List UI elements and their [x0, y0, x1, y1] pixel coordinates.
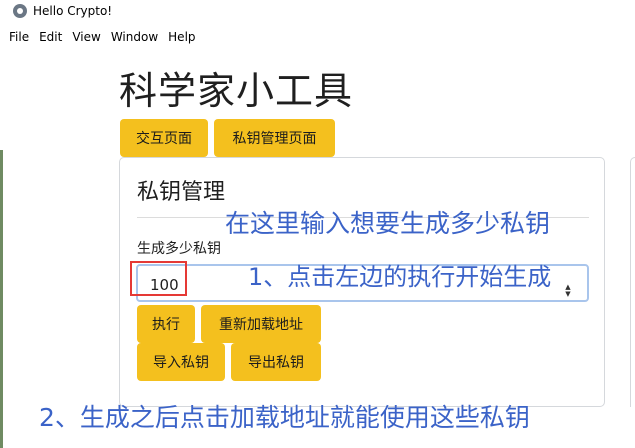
spin-down-icon[interactable]: ▼ [565, 291, 570, 298]
reload-addresses-button[interactable]: 重新加载地址 [201, 305, 321, 343]
adjacent-card-edge [630, 157, 635, 407]
electron-icon [13, 4, 27, 18]
menu-view[interactable]: View [67, 27, 105, 49]
card-title: 私钥管理 [137, 180, 226, 205]
key-count-label: 生成多少私钥 [137, 241, 221, 257]
title-bar: Hello Crypto! [0, 0, 635, 24]
interaction-page-button[interactable]: 交互页面 [120, 119, 208, 157]
number-spinner[interactable]: ▲ ▼ [562, 284, 574, 298]
export-keys-button[interactable]: 导出私钥 [231, 343, 321, 381]
execute-button[interactable]: 执行 [137, 305, 195, 343]
import-keys-button[interactable]: 导入私钥 [137, 343, 225, 381]
annotation-step-1: 1、点击左边的执行开始生成 [248, 263, 552, 291]
key-management-page-button[interactable]: 私钥管理页面 [214, 119, 335, 157]
highlight-box [130, 261, 187, 296]
window-edge [0, 150, 3, 448]
menu-bar: File Edit View Window Help [0, 27, 635, 49]
menu-help[interactable]: Help [163, 27, 200, 49]
page-title: 科学家小工具 [119, 69, 354, 113]
menu-window[interactable]: Window [106, 27, 163, 49]
menu-file[interactable]: File [0, 27, 34, 49]
annotation-step-2: 2、生成之后点击加载地址就能使用这些私钥 [39, 403, 530, 432]
window-title: Hello Crypto! [33, 4, 113, 18]
menu-edit[interactable]: Edit [34, 27, 67, 49]
annotation-input-hint: 在这里输入想要生成多少私钥 [225, 209, 551, 238]
